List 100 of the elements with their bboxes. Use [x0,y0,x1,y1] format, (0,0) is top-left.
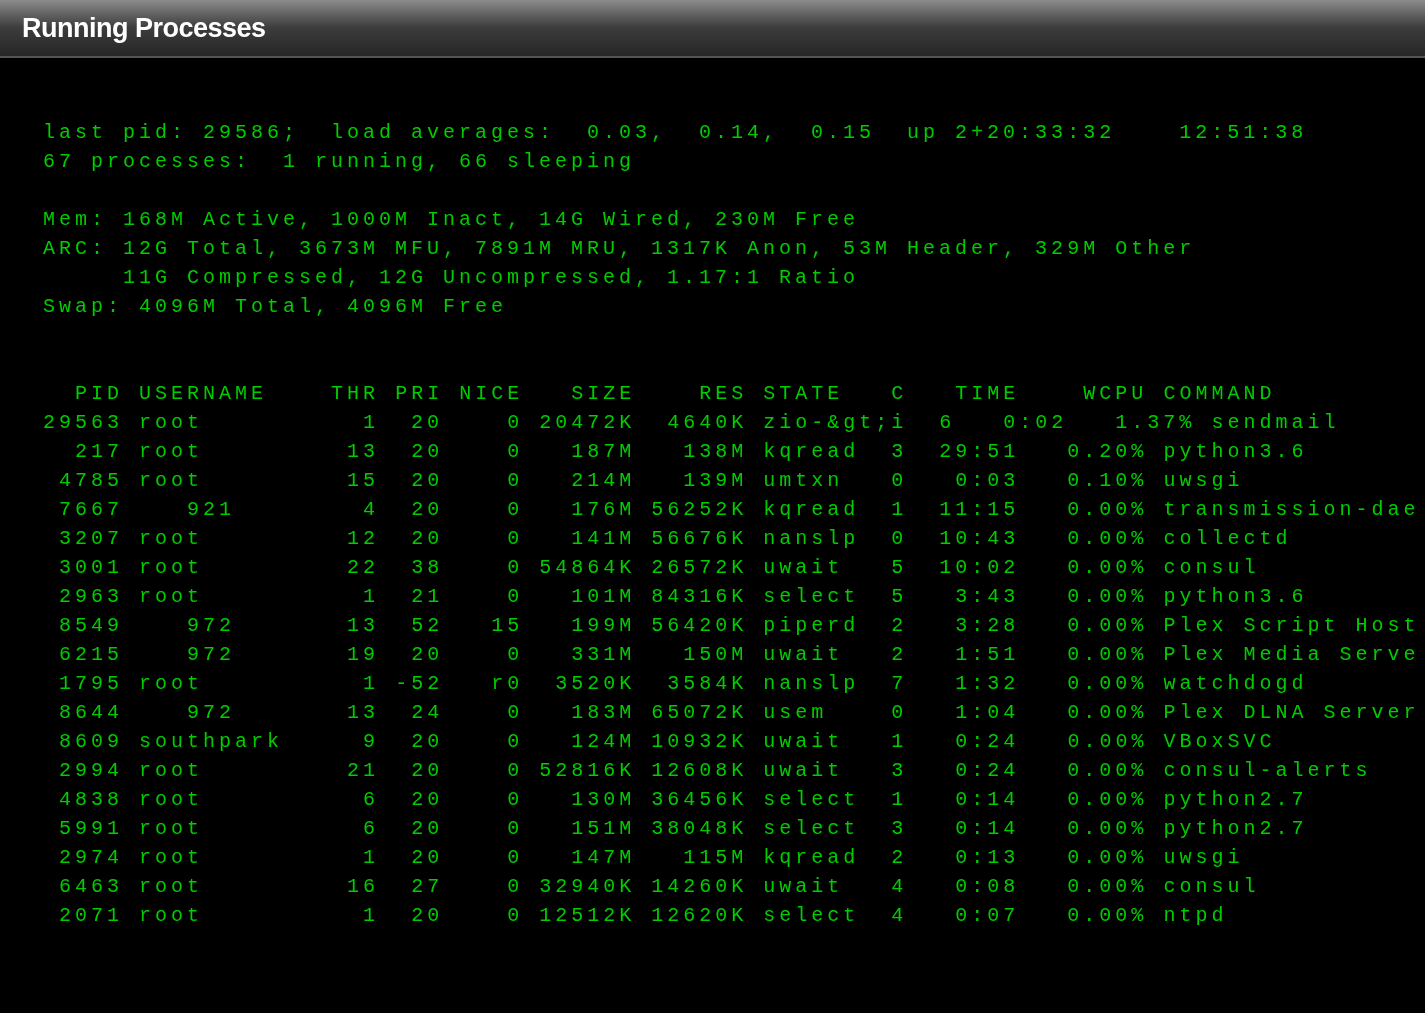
table-cell: usem [763,701,828,724]
table-cell: 6463 [59,875,124,898]
table-cell: 24 [411,701,444,724]
table-cell: 0:14 [955,788,1020,811]
table-cell: 36456K [651,788,748,811]
table-cell: 921 [187,498,236,521]
table-cell: 38048K [651,817,748,840]
memory-stats-line: Mem: 168M Active, 1000M Inact, 14G Wired, 230M Free [43,207,860,233]
table-cell: 0 [891,701,908,724]
table-cell: 331M [571,643,636,666]
table-cell: 21 [411,585,444,608]
table-cell: 0:03 [955,469,1020,492]
table-cell: 0.00% [1067,817,1148,840]
table-cell: zio-&gt;i [763,411,908,434]
table-cell: 5991 [59,817,124,840]
table-cell: 20 [411,527,444,550]
table-cell: 214M [571,469,636,492]
table-cell: 13 [347,614,380,637]
table-cell: 124M [571,730,636,753]
table-cell: 20 [411,469,444,492]
column-header: PID [75,382,124,405]
table-cell: 22 [347,556,380,579]
table-cell: 0 [507,730,524,753]
table-cell: umtxn [763,469,844,492]
table-cell: 0.00% [1067,904,1148,927]
status-line: last pid: 29586; load averages: 0.03, 0.14, 0.15 up 2+20:33:32 12:51:38 [43,120,1308,146]
table-cell: consul [1163,556,1260,579]
table-cell: root [139,469,204,492]
table-cell: 101M [571,585,636,608]
table-cell: 15 [347,469,380,492]
table-cell: 54864K [539,556,636,579]
table-cell: 12 [347,527,380,550]
table-cell: 3 [891,759,908,782]
table-cell: 139M [683,469,748,492]
table-cell: 4785 [59,469,124,492]
table-cell: 0 [507,527,524,550]
table-cell: 1.37% [1115,411,1196,434]
table-cell: 4640K [667,411,748,434]
table-cell: root [139,672,204,695]
table-cell: 1:04 [955,701,1020,724]
table-cell: 6 [939,411,956,434]
table-cell: 972 [187,614,236,637]
column-header: THR [331,382,380,405]
table-cell: 187M [571,440,636,463]
table-cell: 0 [891,527,908,550]
table-cell: 141M [571,527,636,550]
table-cell: 3520K [555,672,636,695]
table-cell: 0.00% [1067,585,1148,608]
table-cell: 176M [571,498,636,521]
table-cell: 12608K [651,759,748,782]
table-cell: select [763,788,860,811]
column-header: WCPU [1083,382,1148,405]
table-cell: 32940K [539,875,636,898]
table-cell: 20 [411,788,444,811]
table-cell: root [139,904,204,927]
table-cell: r0 [491,672,524,695]
table-cell: 150M [683,643,748,666]
table-cell: uwait [763,643,844,666]
table-cell: watchdogd [1163,672,1308,695]
table-cell: VBoxSVC [1163,730,1276,753]
table-cell: 29:51 [939,440,1020,463]
table-cell: nanslp [763,527,860,550]
table-cell: 0.00% [1067,556,1148,579]
table-cell: 3 [891,440,908,463]
status-line: 67 processes: 1 running, 66 sleeping [43,149,636,175]
table-cell: 0:14 [955,817,1020,840]
table-cell: 1:32 [955,672,1020,695]
table-cell: 52816K [539,759,636,782]
table-cell: 7 [891,672,908,695]
table-cell: root [139,817,204,840]
table-cell: 0:13 [955,846,1020,869]
table-cell: root [139,556,204,579]
table-cell: 20 [411,759,444,782]
table-cell: 56420K [651,614,748,637]
table-cell: root [139,875,204,898]
table-cell: 20 [411,498,444,521]
table-cell: 3:28 [955,614,1020,637]
table-cell: 0.00% [1067,759,1148,782]
table-cell: 0.20% [1067,440,1148,463]
table-cell: 0.10% [1067,469,1148,492]
table-cell: root [139,440,204,463]
table-cell: sendmail [1211,411,1340,434]
table-cell: kqread [763,846,860,869]
table-cell: 0 [891,469,908,492]
table-cell: 972 [187,643,236,666]
table-cell: select [763,904,860,927]
table-cell: 6 [363,817,380,840]
table-cell: 115M [683,846,748,869]
table-cell: 10:02 [939,556,1020,579]
table-cell: 21 [347,759,380,782]
table-cell: 0 [507,411,524,434]
table-cell: python3.6 [1163,440,1308,463]
table-cell: 138M [683,440,748,463]
table-cell: root [139,759,204,782]
table-cell: 11:15 [939,498,1020,521]
table-cell: 20 [411,411,444,434]
table-cell: python2.7 [1163,788,1308,811]
table-cell: 2 [891,643,908,666]
table-cell: 3584K [667,672,748,695]
column-header: USERNAME [139,382,268,405]
